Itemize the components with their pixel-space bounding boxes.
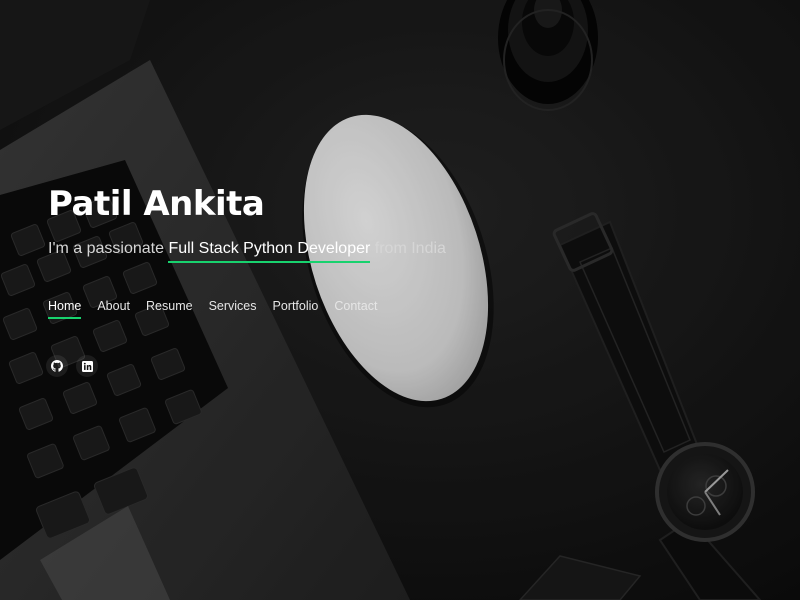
nav-portfolio[interactable]: Portfolio [273,299,319,319]
github-link[interactable] [46,355,68,377]
nav-services[interactable]: Services [209,299,257,319]
social-links [46,355,98,377]
nav-resume[interactable]: Resume [146,299,193,319]
github-icon [51,360,63,372]
tagline-prefix: I'm a passionate [48,240,169,257]
nav-contact[interactable]: Contact [334,299,377,319]
hero-tagline: I'm a passionate Full Stack Python Devel… [48,238,446,263]
linkedin-link[interactable] [76,355,98,377]
nav-about[interactable]: About [97,299,130,319]
tagline-suffix: from India [370,240,446,257]
hero-name: Patil Ankita [48,184,265,224]
hero-section: Patil Ankita I'm a passionate Full Stack… [48,182,446,263]
nav-home[interactable]: Home [48,299,82,319]
main-navigation: Home About Resume Services Portfolio Con… [48,299,377,319]
linkedin-icon [81,360,93,372]
tagline-role: Full Stack Python Developer [168,240,371,263]
